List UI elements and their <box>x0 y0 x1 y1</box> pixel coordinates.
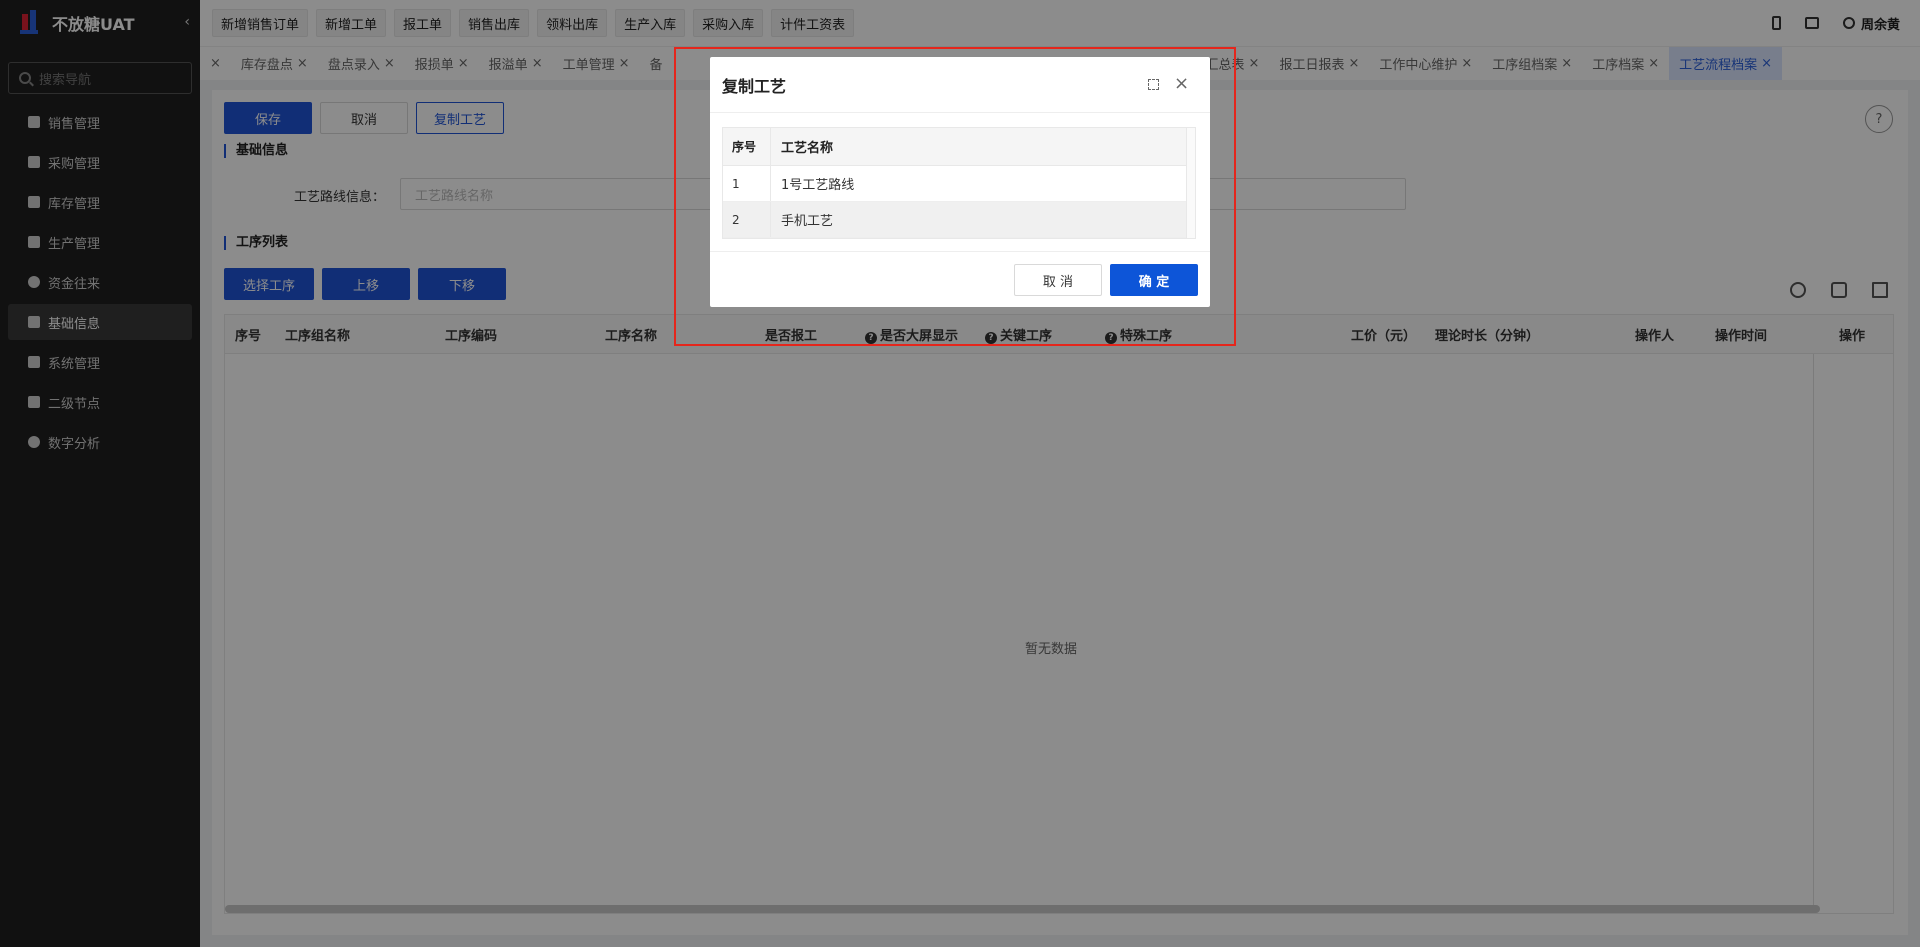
highlight-box <box>674 47 1236 346</box>
